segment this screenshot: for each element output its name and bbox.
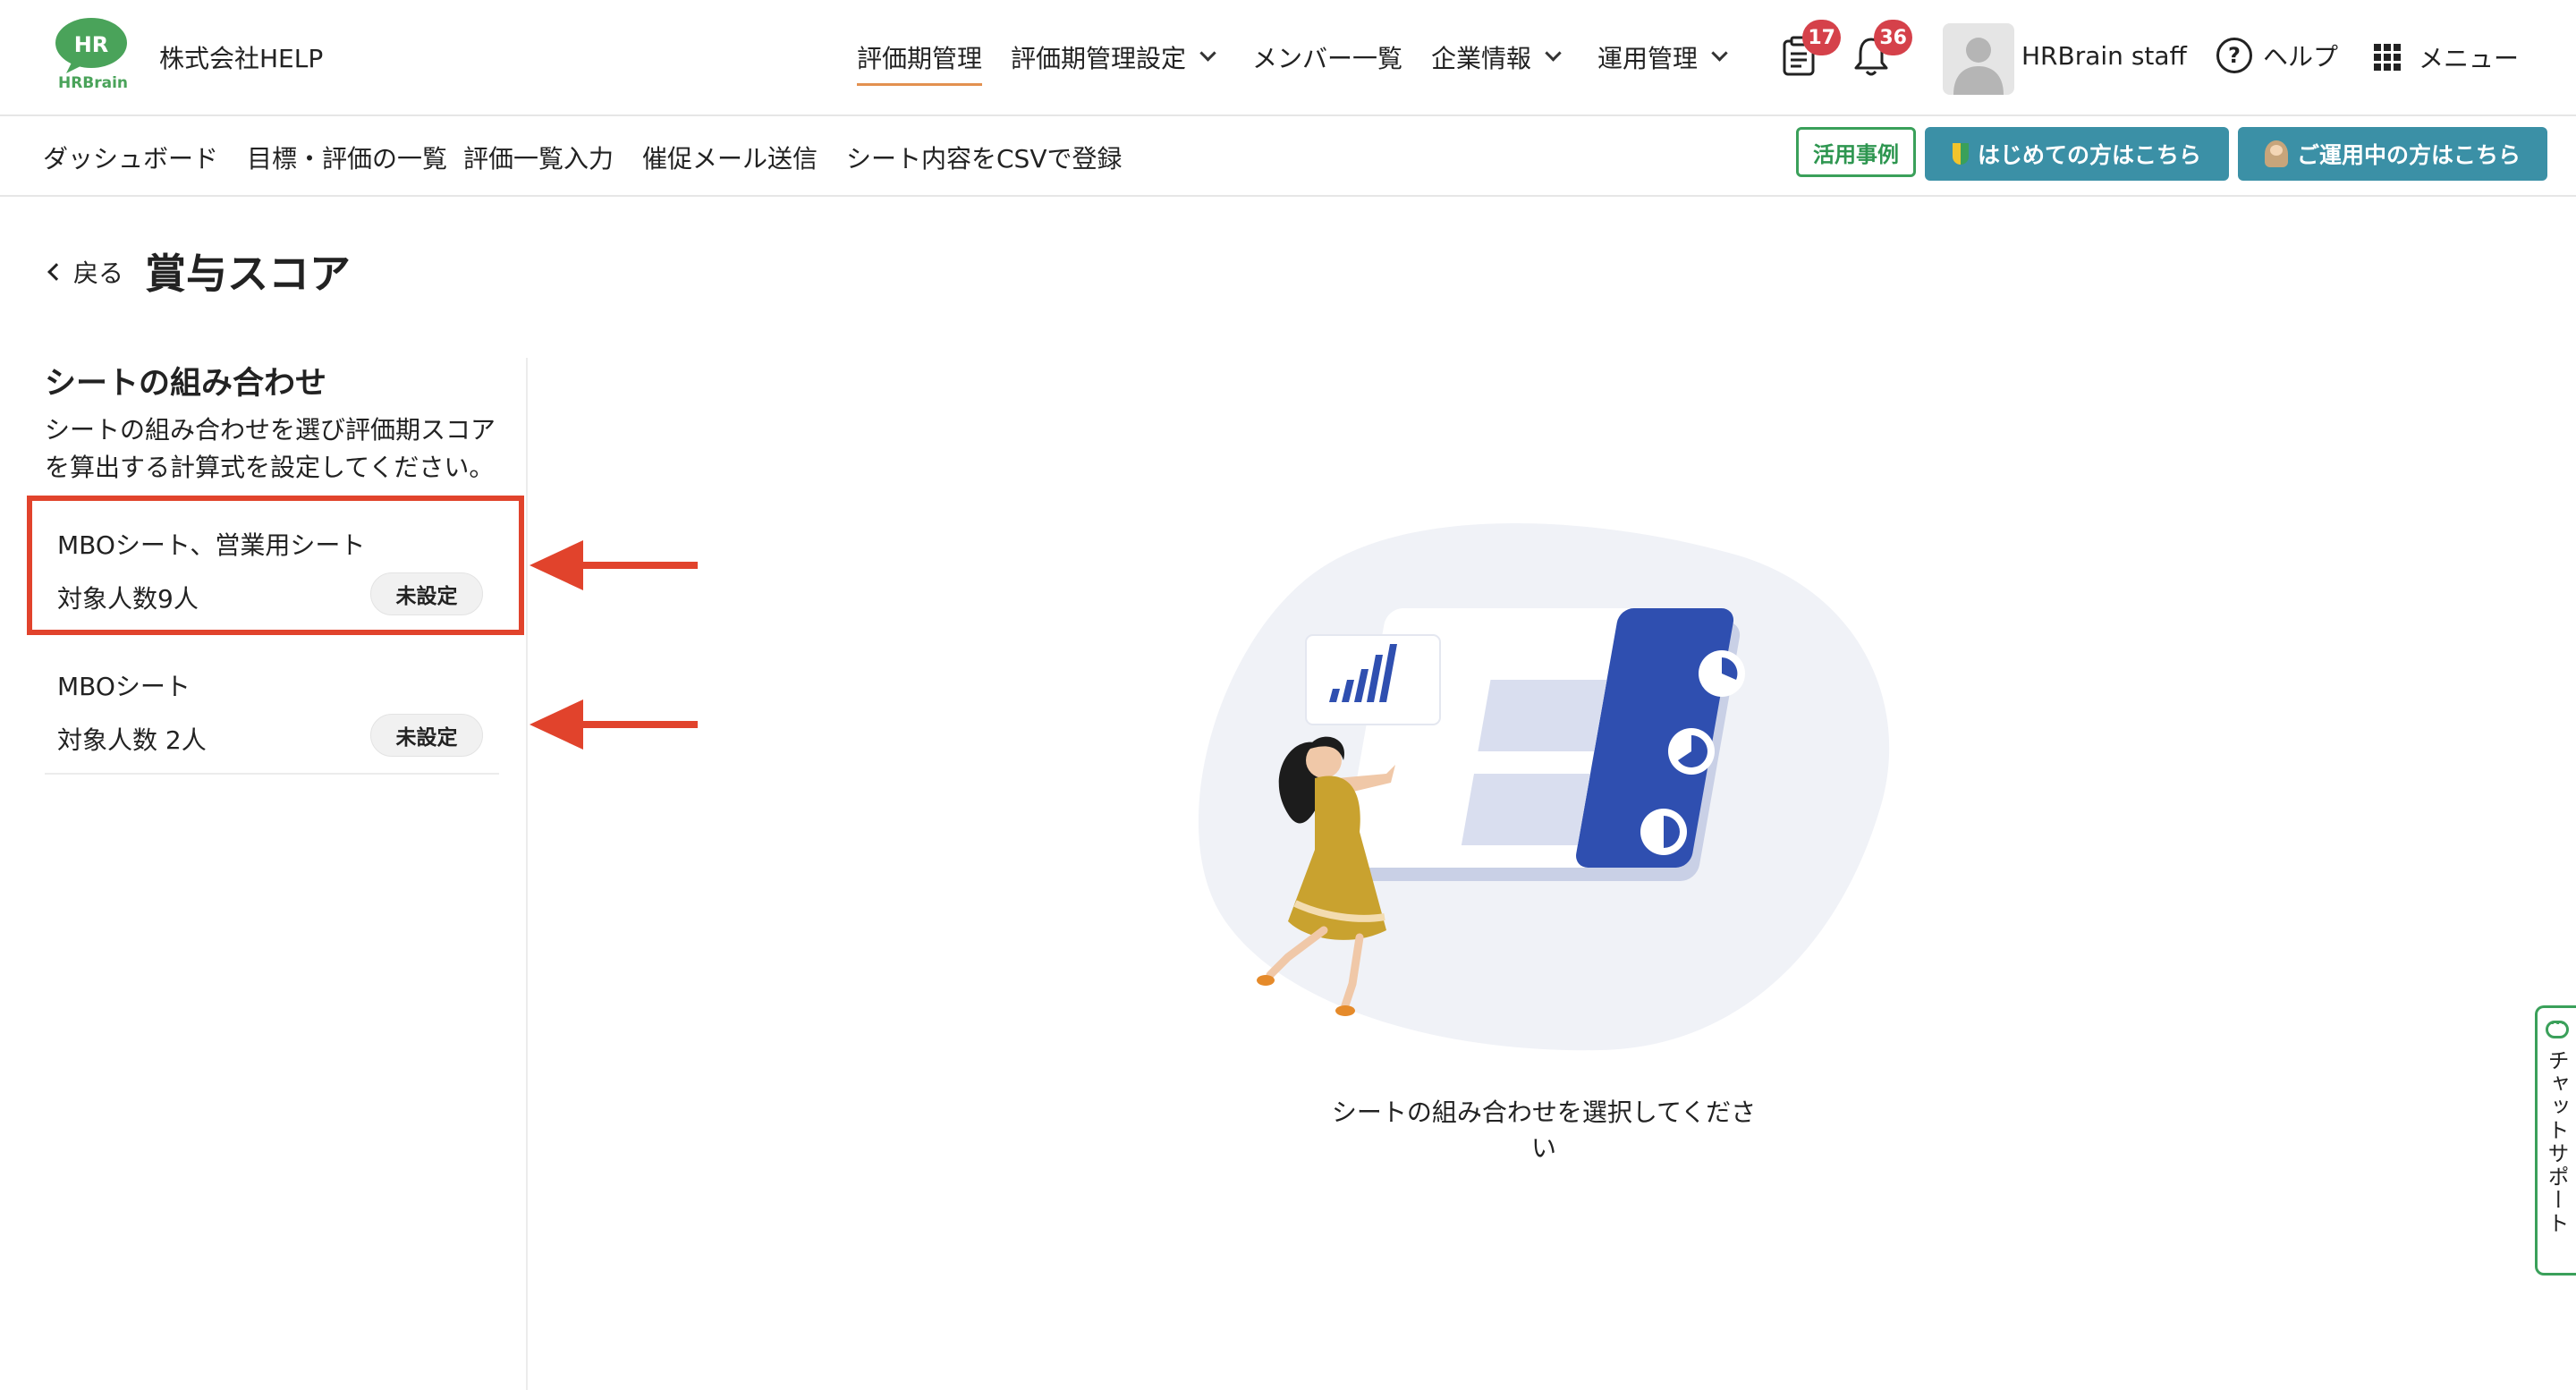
hrbrain-logo[interactable]: HR HRBrain bbox=[54, 16, 132, 91]
tasks-button[interactable]: 17 bbox=[1782, 20, 1841, 79]
svg-text:HRBrain: HRBrain bbox=[58, 74, 128, 91]
beginner-mark-icon bbox=[1952, 143, 1969, 165]
back-link[interactable]: 戻る bbox=[47, 254, 123, 290]
nav-company-info[interactable]: 企業情報 bbox=[1431, 39, 1562, 75]
combination-count: 対象人数 2人 bbox=[57, 725, 207, 755]
user-name[interactable]: HRBrain staff bbox=[2021, 41, 2187, 71]
help-link[interactable]: ? ヘルプ bbox=[2216, 38, 2338, 73]
annotation-arrow-icon bbox=[530, 699, 698, 750]
sub-navigation: ダッシュボード 目標・評価の一覧 評価一覧入力 催促メール送信 シート内容をCS… bbox=[0, 116, 2576, 197]
annotation-arrow-icon bbox=[530, 540, 698, 590]
chevron-down-icon bbox=[1711, 44, 1728, 62]
question-circle-icon: ? bbox=[2216, 38, 2252, 73]
current-users-guide-button[interactable]: ご運用中の方はこちら bbox=[2238, 127, 2547, 181]
nav-evaluation-settings[interactable]: 評価期管理設定 bbox=[1011, 39, 1216, 75]
combination-item[interactable]: MBOシート 対象人数 2人 未設定 bbox=[45, 635, 499, 775]
nav-evaluation-period[interactable]: 評価期管理 bbox=[857, 39, 983, 86]
status-badge: 未設定 bbox=[370, 714, 483, 757]
subnav-evaluation-input[interactable]: 評価一覧入力 bbox=[463, 140, 614, 175]
page-title: 賞与スコア bbox=[145, 250, 351, 298]
company-name: 株式会社HELP bbox=[159, 44, 324, 73]
notifications-button[interactable]: 36 bbox=[1853, 20, 1912, 79]
case-studies-button[interactable]: 活用事例 bbox=[1796, 127, 1916, 177]
chevron-left-icon bbox=[47, 263, 65, 281]
user-silhouette-icon bbox=[1953, 38, 2004, 95]
panel-description: シートの組み合わせを選び評価期スコアを算出する計算式を設定してください。 bbox=[45, 415, 496, 482]
tasks-count-badge: 17 bbox=[1802, 20, 1841, 55]
chevron-down-icon bbox=[1199, 44, 1216, 62]
top-header: HR HRBrain 株式会社HELP 評価期管理 評価期管理設定 メンバー一覧… bbox=[0, 0, 2576, 116]
first-time-guide-button[interactable]: はじめての方はこちら bbox=[1925, 127, 2229, 181]
panel-title: シートの組み合わせ bbox=[45, 366, 327, 402]
person-icon bbox=[2264, 140, 2288, 167]
nav-members[interactable]: メンバー一覧 bbox=[1252, 39, 1402, 75]
chat-support-label: チャットサポート bbox=[2544, 1049, 2569, 1235]
subnav-dashboard[interactable]: ダッシュボード bbox=[43, 140, 218, 175]
subnav-goals-list[interactable]: 目標・評価の一覧 bbox=[247, 140, 447, 175]
empty-state-message: シートの組み合わせを選択してください bbox=[1331, 1098, 1757, 1163]
subnav-csv-import[interactable]: シート内容をCSVで登録 bbox=[846, 140, 1122, 175]
notifications-count-badge: 36 bbox=[1874, 20, 1912, 55]
chat-bubble-icon bbox=[2545, 1014, 2569, 1038]
annotation-highlight-box bbox=[27, 496, 524, 635]
chevron-down-icon bbox=[1545, 44, 1562, 62]
combination-name: MBOシート bbox=[57, 672, 191, 701]
menu-button[interactable]: メニュー bbox=[2374, 39, 2519, 75]
nav-operations[interactable]: 運用管理 bbox=[1597, 39, 1728, 75]
avatar[interactable] bbox=[1943, 23, 2014, 95]
svg-text:HR: HR bbox=[74, 32, 109, 57]
empty-state-illustration bbox=[1198, 523, 1890, 1051]
subnav-reminder-mail[interactable]: 催促メール送信 bbox=[642, 140, 818, 175]
grid-icon bbox=[2374, 44, 2401, 71]
chat-support-tab[interactable]: チャットサポート bbox=[2535, 1005, 2576, 1276]
